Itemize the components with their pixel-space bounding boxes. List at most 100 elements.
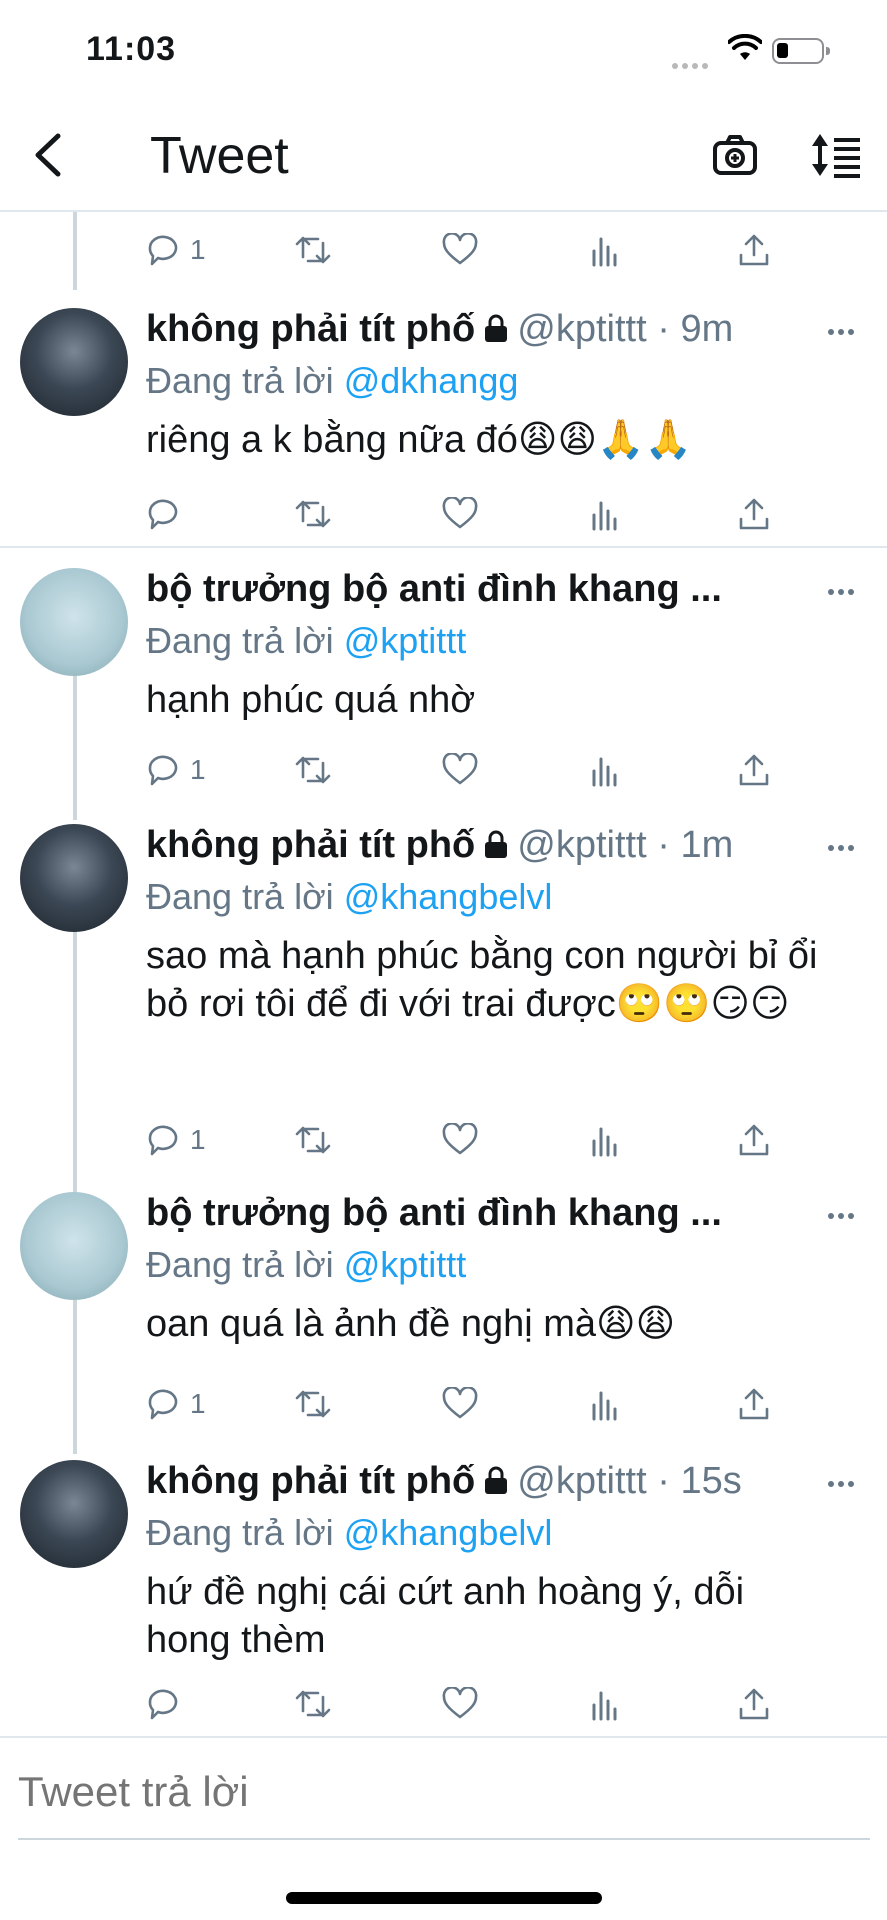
like-button[interactable] bbox=[442, 230, 478, 270]
chevron-left-icon[interactable] bbox=[28, 130, 68, 180]
share-button[interactable] bbox=[738, 494, 770, 534]
tweet-header: không phải tít phố @kptittt · 9m bbox=[146, 308, 734, 350]
reply-icon bbox=[148, 1125, 178, 1156]
like-button[interactable] bbox=[442, 1120, 478, 1160]
share-icon bbox=[739, 754, 769, 786]
analytics-icon bbox=[592, 757, 617, 787]
tweet-actions: 1 bbox=[146, 1384, 776, 1424]
lock-icon bbox=[485, 314, 508, 342]
avatar[interactable] bbox=[20, 1460, 128, 1568]
analytics-icon bbox=[592, 1127, 617, 1157]
analytics-button[interactable] bbox=[590, 1684, 620, 1724]
mention-link[interactable]: @dkhangg bbox=[344, 360, 519, 401]
reply-input[interactable] bbox=[18, 1768, 858, 1816]
home-indicator[interactable] bbox=[286, 1892, 602, 1904]
mention-link[interactable]: @kptittt bbox=[344, 620, 467, 661]
retweet-button[interactable] bbox=[294, 1120, 332, 1160]
tweet-header: bộ trưởng bộ anti đình khang ... bbox=[146, 568, 766, 618]
timestamp: 9m bbox=[680, 308, 734, 350]
retweet-icon bbox=[295, 1126, 331, 1154]
reply-icon bbox=[148, 1689, 178, 1720]
heart-icon bbox=[442, 233, 478, 265]
retweet-icon bbox=[295, 756, 331, 784]
analytics-icon bbox=[592, 1391, 617, 1421]
analytics-icon bbox=[592, 237, 617, 267]
retweet-button[interactable] bbox=[294, 1384, 332, 1424]
reply-button[interactable]: 1 bbox=[146, 750, 206, 790]
reply-button[interactable]: 1 bbox=[146, 230, 206, 270]
reply-button[interactable] bbox=[146, 1684, 190, 1724]
avatar[interactable] bbox=[20, 308, 128, 416]
share-icon bbox=[739, 498, 769, 530]
mention-link[interactable]: @khangbelvl bbox=[344, 876, 553, 917]
like-button[interactable] bbox=[442, 1384, 478, 1424]
like-button[interactable] bbox=[442, 750, 478, 790]
more-options-icon[interactable] bbox=[828, 582, 858, 595]
avatar[interactable] bbox=[20, 824, 128, 932]
more-options-icon[interactable] bbox=[828, 838, 858, 851]
replying-to: Đang trả lời @khangbelvl bbox=[146, 876, 553, 917]
analytics-button[interactable] bbox=[590, 750, 620, 790]
tweet-text: oan quá là ảnh đề nghị mà😩😩 bbox=[146, 1303, 676, 1345]
tweet-header: không phải tít phố @kptittt · 1m bbox=[146, 824, 734, 866]
heart-icon bbox=[442, 1687, 478, 1719]
retweet-button[interactable] bbox=[294, 494, 332, 534]
handle[interactable]: @kptittt bbox=[517, 824, 646, 866]
page-title: Tweet bbox=[150, 127, 289, 185]
share-button[interactable] bbox=[738, 1120, 770, 1160]
status-bar: 11:03 bbox=[0, 0, 887, 100]
retweet-button[interactable] bbox=[294, 230, 332, 270]
reply-icon bbox=[148, 235, 178, 266]
lock-icon bbox=[485, 1466, 508, 1494]
timestamp: 15s bbox=[680, 1460, 742, 1502]
timestamp: 1m bbox=[680, 824, 734, 866]
avatar[interactable] bbox=[20, 568, 128, 676]
like-button[interactable] bbox=[442, 1684, 478, 1724]
replying-to: Đang trả lời @kptittt bbox=[146, 620, 467, 661]
tweet-actions: 1 bbox=[146, 750, 776, 790]
replying-to: Đang trả lời @khangbelvl bbox=[146, 1512, 553, 1553]
share-button[interactable] bbox=[738, 750, 770, 790]
analytics-button[interactable] bbox=[590, 1384, 620, 1424]
tweet-header: bộ trưởng bộ anti đình khang ... bbox=[146, 1192, 766, 1242]
retweet-button[interactable] bbox=[294, 1684, 332, 1724]
handle[interactable]: @kptittt bbox=[517, 1460, 646, 1502]
reply-icon bbox=[148, 755, 178, 786]
more-options-icon[interactable] bbox=[828, 1206, 858, 1219]
reply-button[interactable] bbox=[146, 494, 190, 534]
share-icon bbox=[739, 1688, 769, 1720]
analytics-button[interactable] bbox=[590, 230, 620, 270]
display-name[interactable]: bộ trưởng bộ anti đình khang ... bbox=[146, 568, 722, 610]
share-button[interactable] bbox=[738, 1384, 770, 1424]
share-button[interactable] bbox=[738, 230, 770, 270]
divider bbox=[18, 1838, 870, 1840]
display-name[interactable]: không phải tít phố bbox=[146, 824, 475, 866]
reply-button[interactable]: 1 bbox=[146, 1120, 206, 1160]
like-button[interactable] bbox=[442, 494, 478, 534]
more-options-icon[interactable] bbox=[828, 1474, 858, 1487]
tweet-actions bbox=[146, 1684, 776, 1724]
display-name[interactable]: không phải tít phố bbox=[146, 1460, 475, 1502]
mention-link[interactable]: @khangbelvl bbox=[344, 1512, 553, 1553]
display-name[interactable]: không phải tít phố bbox=[146, 308, 475, 350]
camera-icon[interactable] bbox=[712, 132, 758, 178]
analytics-icon bbox=[592, 501, 617, 531]
divider bbox=[0, 546, 887, 548]
avatar[interactable] bbox=[20, 1192, 128, 1300]
sort-icon[interactable] bbox=[810, 132, 862, 178]
retweet-icon bbox=[295, 236, 331, 264]
tweet-text: hứ đề nghị cái cứt anh hoàng ý, dỗi hong… bbox=[146, 1571, 755, 1661]
display-name[interactable]: bộ trưởng bộ anti đình khang ... bbox=[146, 1192, 722, 1234]
analytics-icon bbox=[592, 1691, 617, 1721]
analytics-button[interactable] bbox=[590, 1120, 620, 1160]
analytics-button[interactable] bbox=[590, 494, 620, 534]
more-options-icon[interactable] bbox=[828, 322, 858, 335]
battery-icon bbox=[772, 38, 830, 64]
retweet-button[interactable] bbox=[294, 750, 332, 790]
thread-line bbox=[73, 212, 77, 290]
mention-link[interactable]: @kptittt bbox=[344, 1244, 467, 1285]
share-button[interactable] bbox=[738, 1684, 770, 1724]
retweet-icon bbox=[295, 1390, 331, 1418]
handle[interactable]: @kptittt bbox=[517, 308, 646, 350]
reply-button[interactable]: 1 bbox=[146, 1384, 206, 1424]
